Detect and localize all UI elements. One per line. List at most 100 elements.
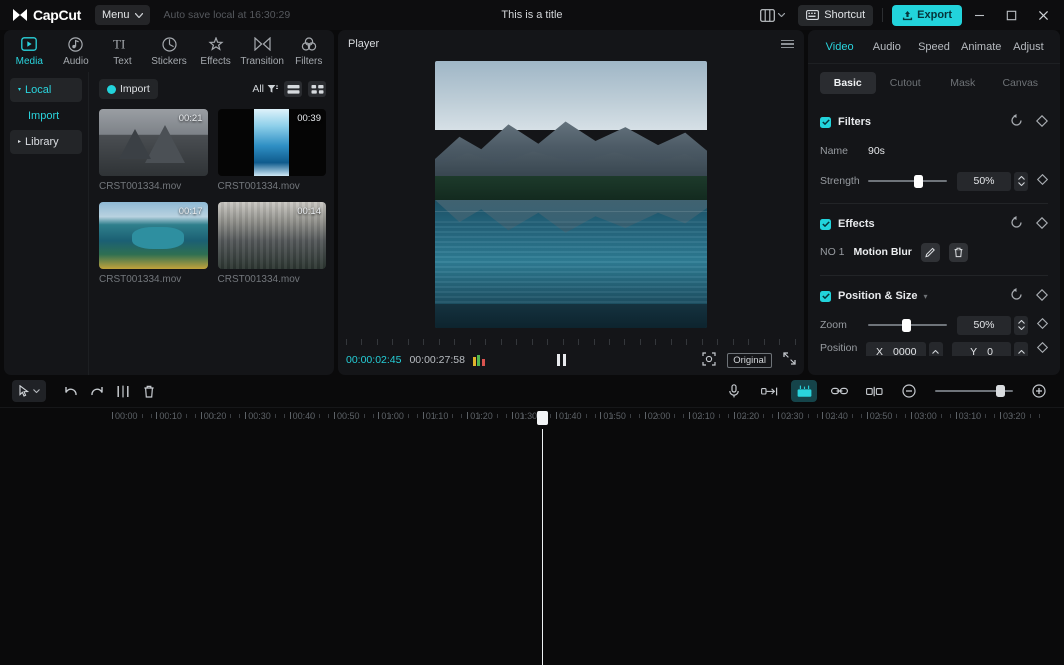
- filter-strength-keyframe[interactable]: [1037, 174, 1048, 188]
- mixer-button[interactable]: [791, 380, 817, 402]
- subtab-cutout[interactable]: Cutout: [878, 72, 934, 94]
- link-icon: [831, 386, 848, 396]
- media-item[interactable]: 00:39 CRST001334.mov: [218, 109, 327, 192]
- fullscreen-button[interactable]: [783, 352, 796, 368]
- slider-knob[interactable]: [902, 319, 911, 332]
- zoom-value[interactable]: 50%: [957, 316, 1011, 335]
- link-clips-button[interactable]: [826, 380, 852, 402]
- record-audio-button[interactable]: [721, 380, 747, 402]
- ruler-tick: [532, 414, 533, 418]
- category-tab-text[interactable]: TI Text: [99, 36, 146, 67]
- import-button[interactable]: Import: [99, 79, 158, 99]
- toolbar-divider: [882, 8, 883, 22]
- split-button[interactable]: [110, 380, 136, 402]
- export-button[interactable]: Export: [892, 5, 962, 26]
- text-icon: TI: [113, 36, 131, 53]
- delete-button[interactable]: [136, 380, 162, 402]
- tab-audio[interactable]: Audio: [863, 33, 910, 61]
- play-pause-button[interactable]: [557, 354, 566, 366]
- zoom-stepper[interactable]: [1014, 316, 1028, 335]
- zoom-out-button[interactable]: [896, 380, 922, 402]
- media-item[interactable]: 00:14 CRST001334.mov: [218, 202, 327, 285]
- ruler-tick: [364, 414, 365, 418]
- effects-reset-button[interactable]: [1010, 216, 1023, 232]
- effect-edit-button[interactable]: [921, 243, 940, 262]
- filters-checkbox[interactable]: [820, 117, 831, 128]
- filter-all-button[interactable]: All: [252, 83, 278, 95]
- media-item[interactable]: 00:17 CRST001334.mov: [99, 202, 208, 285]
- tab-video[interactable]: Video: [816, 33, 863, 61]
- sidebar-item-library[interactable]: ▸ Library: [10, 130, 82, 154]
- zoom-to-fit-button[interactable]: [702, 352, 716, 369]
- zoom-slider[interactable]: [868, 318, 947, 332]
- effect-delete-button[interactable]: [949, 243, 968, 262]
- effects-checkbox[interactable]: [820, 219, 831, 230]
- tab-speed[interactable]: Speed: [910, 33, 957, 61]
- effects-keyframe-button[interactable]: [1036, 217, 1048, 232]
- filter-name-value[interactable]: 90s: [868, 145, 885, 157]
- position-x-field[interactable]: X 0000: [866, 342, 926, 356]
- position-size-checkbox[interactable]: [820, 291, 831, 302]
- video-preview[interactable]: [435, 61, 707, 328]
- split-marker-icon: [866, 386, 883, 397]
- category-tab-stickers[interactable]: Stickers: [146, 36, 193, 67]
- ruler-mark: 01:30: [515, 411, 538, 421]
- position-size-keyframe-button[interactable]: [1036, 289, 1048, 304]
- position-y-stepper[interactable]: [1014, 342, 1028, 356]
- timeline-toolbar: [0, 375, 1064, 407]
- scale-button[interactable]: Original: [727, 353, 772, 368]
- subtab-basic[interactable]: Basic: [820, 72, 876, 94]
- category-tab-transition[interactable]: Transition: [239, 36, 286, 67]
- menu-button[interactable]: Menu: [95, 5, 150, 25]
- zoom-in-button[interactable]: [1026, 380, 1052, 402]
- ruler-tick: [843, 414, 844, 418]
- list-view-button[interactable]: [284, 81, 302, 97]
- category-tab-audio[interactable]: Audio: [53, 36, 100, 67]
- sidebar-item-import[interactable]: Import: [10, 104, 82, 128]
- slider-knob[interactable]: [914, 175, 923, 188]
- category-tab-filters[interactable]: Filters: [285, 36, 332, 67]
- collapse-caret-icon[interactable]: ▾: [923, 292, 927, 301]
- filters-reset-button[interactable]: [1010, 114, 1023, 130]
- filter-strength-slider[interactable]: [868, 174, 947, 188]
- split-marker-button[interactable]: [861, 380, 887, 402]
- ruler-tick: [523, 414, 524, 418]
- media-item[interactable]: 00:21 CRST001334.mov: [99, 109, 208, 192]
- tab-animate[interactable]: Animate: [958, 33, 1005, 61]
- maximize-button[interactable]: [996, 0, 1026, 30]
- category-tab-effects[interactable]: Effects: [192, 36, 239, 67]
- ruler-mark: 01:00: [381, 411, 404, 421]
- zoom-keyframe[interactable]: [1037, 318, 1048, 332]
- position-x-stepper[interactable]: [929, 342, 943, 356]
- ruler-tick: [408, 414, 409, 418]
- filter-strength-stepper[interactable]: [1014, 172, 1028, 191]
- category-tab-media[interactable]: Media: [6, 36, 53, 67]
- redo-icon: [90, 385, 104, 397]
- keyframe-in-button[interactable]: [756, 380, 782, 402]
- slider-knob[interactable]: [996, 385, 1005, 397]
- ruler-mark: 01:20: [470, 411, 493, 421]
- filters-keyframe-button[interactable]: [1036, 115, 1048, 130]
- minimize-button[interactable]: [964, 0, 994, 30]
- close-button[interactable]: [1028, 0, 1058, 30]
- position-y-field[interactable]: Y 0: [952, 342, 1012, 356]
- filter-strength-value[interactable]: 50%: [957, 172, 1011, 191]
- shortcut-button[interactable]: Shortcut: [798, 5, 873, 26]
- timeline-zoom-slider[interactable]: [935, 384, 1013, 398]
- cursor-tool-button[interactable]: [12, 380, 46, 402]
- player-menu-button[interactable]: [781, 40, 794, 49]
- grid-view-button[interactable]: [308, 81, 326, 97]
- playhead-handle[interactable]: [537, 411, 548, 425]
- sidebar-item-local[interactable]: ▾ Local: [10, 78, 82, 102]
- undo-button[interactable]: [58, 380, 84, 402]
- timeline-ruler[interactable]: 00:0000:1000:2000:3000:4000:5001:0001:10…: [0, 407, 1064, 429]
- subtab-canvas[interactable]: Canvas: [993, 72, 1049, 94]
- redo-button[interactable]: [84, 380, 110, 402]
- position-size-reset-button[interactable]: [1010, 288, 1023, 304]
- subtab-mask[interactable]: Mask: [935, 72, 991, 94]
- layout-button[interactable]: [755, 6, 790, 25]
- player-scrub-rail[interactable]: [338, 331, 804, 345]
- tab-adjust[interactable]: Adjust: [1005, 33, 1052, 61]
- position-keyframe[interactable]: [1037, 342, 1048, 356]
- playhead[interactable]: [542, 429, 543, 665]
